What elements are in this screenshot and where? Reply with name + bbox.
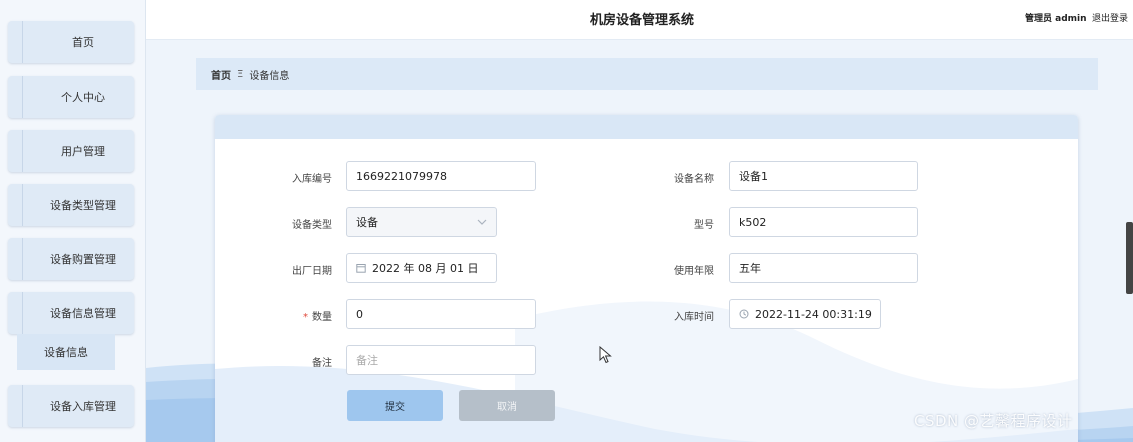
calendar-icon <box>356 264 366 273</box>
sidebar-item-device-types[interactable]: 设备类型管理 <box>8 184 134 226</box>
mfg-date-picker[interactable]: 2022 年 08 月 01 日 <box>346 253 497 283</box>
sidebar-item-device-stock-in[interactable]: 设备入库管理 <box>8 385 134 427</box>
card-header <box>215 115 1078 139</box>
remark-placeholder: 备注 <box>356 354 378 367</box>
breadcrumb-separator: Ξ <box>237 68 244 80</box>
model-label: 型号 <box>694 220 714 231</box>
sidebar-item-profile[interactable]: 个人中心 <box>8 76 134 118</box>
device-name-input[interactable]: 设备1 <box>729 161 918 191</box>
sidebar-item-label: 设备入库管理 <box>50 400 116 413</box>
service-life-label: 使用年限 <box>674 266 714 277</box>
sidebar-item-divider <box>22 184 23 226</box>
chevron-down-icon <box>477 219 487 225</box>
current-user: 管理员 admin <box>1025 14 1087 24</box>
sidebar-item-label: 设备购置管理 <box>50 253 116 266</box>
sidebar-subitem-device-info[interactable]: 设备信息 <box>17 334 115 370</box>
submit-button[interactable]: 提交 <box>347 390 443 421</box>
stock-no-label: 入库编号 <box>292 174 332 185</box>
sidebar-item-label: 设备类型管理 <box>50 199 116 212</box>
stock-time-label: 入库时间 <box>674 312 714 323</box>
clock-icon <box>739 309 749 319</box>
sidebar-item-divider <box>22 238 23 280</box>
sidebar-item-divider <box>22 130 23 172</box>
breadcrumb-home[interactable]: 首页 <box>211 67 231 82</box>
sidebar-item-device-info[interactable]: 设备信息管理 <box>8 292 134 334</box>
mouse-cursor-icon <box>599 346 612 364</box>
device-type-value: 设备 <box>356 216 378 229</box>
service-life-input[interactable]: 五年 <box>729 253 918 283</box>
sidebar-item-label: 个人中心 <box>61 91 105 104</box>
quantity-input[interactable]: 0 <box>346 299 536 329</box>
stock-no-input[interactable]: 1669221079978 <box>346 161 536 191</box>
device-name-label: 设备名称 <box>674 174 714 185</box>
logout-link[interactable]: 退出登录 <box>1092 11 1128 24</box>
sidebar-item-divider <box>22 76 23 118</box>
breadcrumb: 首页 Ξ 设备信息 <box>196 58 1098 90</box>
device-type-label: 设备类型 <box>292 220 332 231</box>
watermark: CSDN @艺馨程序设计 <box>914 412 1073 430</box>
sidebar-item-users[interactable]: 用户管理 <box>8 130 134 172</box>
app-title: 机房设备管理系统 <box>590 13 695 28</box>
sidebar-item-device-purchase[interactable]: 设备购置管理 <box>8 238 134 280</box>
stock-time-value: 2022-11-24 00:31:19 <box>755 307 872 321</box>
breadcrumb-current: 设备信息 <box>249 70 290 82</box>
sidebar-item-divider <box>22 292 23 334</box>
device-form-card <box>215 115 1078 442</box>
model-input[interactable]: k502 <box>729 207 918 237</box>
device-type-select[interactable]: 设备 <box>346 207 497 237</box>
sidebar-item-home[interactable]: 首页 <box>8 21 134 63</box>
sidebar-item-label: 用户管理 <box>61 145 105 158</box>
top-header: 机房设备管理系统 管理员 admin 退出登录 <box>146 0 1133 40</box>
required-marker: * <box>303 312 308 323</box>
cancel-button[interactable]: 取消 <box>459 390 555 421</box>
sidebar: 首页 个人中心 用户管理 设备类型管理 设备购置管理 设备信息管理 设备信息 设… <box>0 0 146 442</box>
remark-label: 备注 <box>312 358 332 369</box>
mfg-date-label: 出厂日期 <box>292 266 332 277</box>
stock-time-picker[interactable]: 2022-11-24 00:31:19 <box>729 299 881 329</box>
sidebar-item-label: 首页 <box>72 36 94 49</box>
sidebar-item-divider <box>22 21 23 63</box>
quantity-label: * 数量 <box>250 308 332 323</box>
mfg-date-value: 2022 年 08 月 01 日 <box>372 262 479 275</box>
scrollbar-thumb[interactable] <box>1126 222 1133 294</box>
quantity-label-text: 数量 <box>312 312 332 323</box>
sidebar-item-label: 设备信息管理 <box>50 307 116 320</box>
sidebar-item-divider <box>22 385 23 427</box>
remark-input[interactable]: 备注 <box>346 345 536 375</box>
